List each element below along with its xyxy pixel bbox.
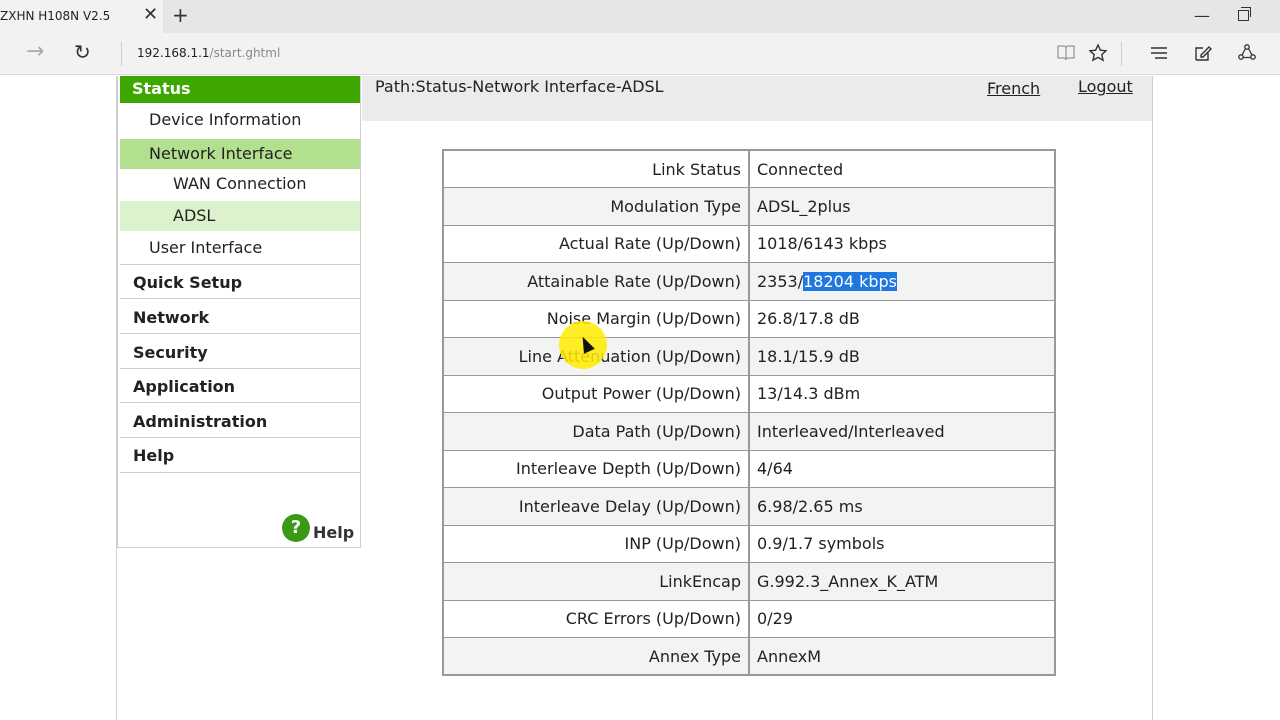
forward-icon[interactable]: → <box>26 41 44 63</box>
table-row: Interleave Delay (Up/Down) 6.98/2.65 ms <box>443 487 1055 526</box>
sidebar-item-wan-connection[interactable]: WAN Connection <box>120 169 360 199</box>
row-value: 18.1/15.9 dB <box>749 337 1055 376</box>
sidebar-item-security[interactable]: Security <box>120 338 360 368</box>
browser-tab[interactable]: ZXHN H108N V2.5 ✕ <box>0 0 163 33</box>
url-host: 192.168.1.1 <box>137 46 210 60</box>
menu-divider <box>120 264 360 265</box>
row-value: 4/64 <box>749 450 1055 488</box>
help-icon[interactable]: ? <box>282 514 310 542</box>
row-label: INP (Up/Down) <box>443 525 750 563</box>
row-value: ADSL_2plus <box>749 187 1055 226</box>
menu-divider <box>120 402 360 403</box>
sidebar-item-application[interactable]: Application <box>120 372 360 402</box>
sidebar-item-user-interface[interactable]: User Interface <box>120 233 360 263</box>
menu-divider <box>120 472 360 473</box>
row-value: Connected <box>749 150 1055 188</box>
row-value: G.992.3_Annex_K_ATM <box>749 562 1055 601</box>
table-row: CRC Errors (Up/Down) 0/29 <box>443 600 1055 638</box>
menu-divider <box>120 368 360 369</box>
address-separator <box>121 42 122 66</box>
breadcrumb: Path:Status-Network Interface-ADSL <box>375 77 664 96</box>
row-label: Annex Type <box>443 637 750 676</box>
row-value: 6.98/2.65 ms <box>749 487 1055 526</box>
selected-text[interactable]: 18204 kbps <box>803 271 898 291</box>
logout-link[interactable]: Logout <box>1078 77 1133 96</box>
table-row: Line Attenuation (Up/Down) 18.1/15.9 dB <box>443 337 1055 376</box>
url-path: /start.ghtml <box>209 46 281 60</box>
row-label: Link Status <box>443 150 750 188</box>
menu-divider <box>120 437 360 438</box>
sidebar-item-administration[interactable]: Administration <box>120 407 360 437</box>
table-row: Annex Type AnnexM <box>443 637 1055 676</box>
row-label: Output Power (Up/Down) <box>443 375 750 413</box>
sidebar-item-help[interactable]: Help <box>120 441 360 471</box>
table-row: Link Status Connected <box>443 150 1055 188</box>
row-value: 13/14.3 dBm <box>749 375 1055 413</box>
close-icon[interactable]: ✕ <box>143 6 158 24</box>
hub-icon[interactable] <box>1149 45 1169 61</box>
sidebar-item-status[interactable]: Status <box>120 76 360 103</box>
row-label: Attainable Rate (Up/Down) <box>443 262 750 301</box>
sidebar-item-adsl[interactable]: ADSL <box>120 201 360 231</box>
row-label: CRC Errors (Up/Down) <box>443 600 750 638</box>
row-label: Data Path (Up/Down) <box>443 412 750 451</box>
reading-view-icon[interactable] <box>1056 44 1076 62</box>
tab-title: ZXHN H108N V2.5 <box>0 9 111 23</box>
row-label: Interleave Delay (Up/Down) <box>443 487 750 526</box>
new-tab-icon[interactable]: + <box>172 5 189 25</box>
table-row: Actual Rate (Up/Down) 1018/6143 kbps <box>443 225 1055 263</box>
row-value: 0/29 <box>749 600 1055 638</box>
sidebar-item-network[interactable]: Network <box>120 303 360 333</box>
path-header: Path:Status-Network Interface-ADSL Frenc… <box>362 76 1152 121</box>
table-row: Noise Margin (Up/Down) 26.8/17.8 dB <box>443 300 1055 338</box>
row-value: 2353/18204 kbps <box>749 262 1055 301</box>
row-label: Actual Rate (Up/Down) <box>443 225 750 263</box>
table-row: Data Path (Up/Down) Interleaved/Interleav… <box>443 412 1055 451</box>
url-field[interactable]: 192.168.1.1/start.ghtml <box>137 46 280 60</box>
sidebar-item-network-interface[interactable]: Network Interface <box>120 139 360 169</box>
share-icon[interactable] <box>1237 43 1257 63</box>
help-link[interactable]: Help <box>313 523 354 542</box>
favorite-star-icon[interactable] <box>1088 43 1108 63</box>
browser-tab-bar: ZXHN H108N V2.5 ✕ + — <box>0 0 1280 33</box>
address-bar-row: → ↻ 192.168.1.1/start.ghtml <box>0 33 1280 75</box>
row-label: Modulation Type <box>443 187 750 226</box>
web-note-icon[interactable] <box>1193 43 1213 63</box>
table-row: LinkEncap G.992.3_Annex_K_ATM <box>443 562 1055 601</box>
router-page: Status Device Information Network Interf… <box>0 76 1280 720</box>
menu-divider <box>120 333 360 334</box>
row-value: 1018/6143 kbps <box>749 225 1055 263</box>
refresh-icon[interactable]: ↻ <box>74 42 91 62</box>
sidebar-item-quick-setup[interactable]: Quick Setup <box>120 268 360 298</box>
menu-divider <box>120 298 360 299</box>
row-value: AnnexM <box>749 637 1055 676</box>
table-row: INP (Up/Down) 0.9/1.7 symbols <box>443 525 1055 563</box>
row-label: Interleave Depth (Up/Down) <box>443 450 750 488</box>
row-value: Interleaved/Interleaved <box>749 412 1055 451</box>
minimize-icon[interactable]: — <box>1194 6 1210 25</box>
restore-icon[interactable] <box>1238 7 1251 21</box>
row-label: LinkEncap <box>443 562 750 601</box>
adsl-info-table: Link Status Connected Modulation Type ADSL… <box>442 149 1056 676</box>
french-link[interactable]: French <box>987 79 1040 98</box>
table-row: Attainable Rate (Up/Down) 2353/18204 kbps <box>443 262 1055 301</box>
row-value: 26.8/17.8 dB <box>749 300 1055 338</box>
toolbar-separator <box>1121 42 1122 66</box>
sidebar-item-device-information[interactable]: Device Information <box>120 105 360 135</box>
row-value: 0.9/1.7 symbols <box>749 525 1055 563</box>
table-row: Modulation Type ADSL_2plus <box>443 187 1055 226</box>
value-prefix: 2353/ <box>757 271 804 291</box>
table-row: Output Power (Up/Down) 13/14.3 dBm <box>443 375 1055 413</box>
sidebar-menu: Status Device Information Network Interf… <box>117 76 361 548</box>
table-row: Interleave Depth (Up/Down) 4/64 <box>443 450 1055 488</box>
